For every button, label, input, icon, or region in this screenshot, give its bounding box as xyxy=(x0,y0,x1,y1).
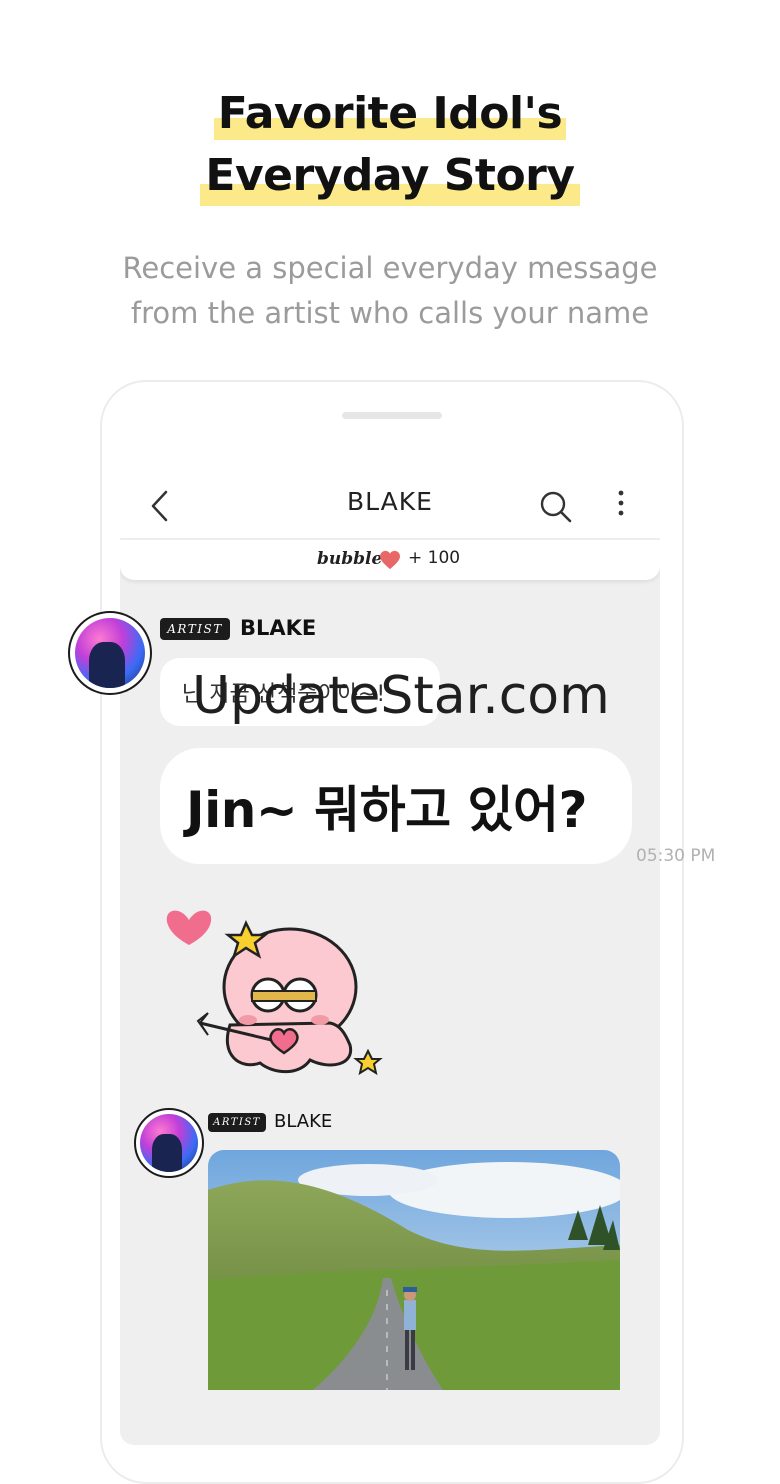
message-time: 05:30 PM xyxy=(636,846,716,866)
avatar[interactable] xyxy=(134,1108,204,1178)
promo-title-line-1: Favorite Idol's xyxy=(217,88,563,139)
avatar-image xyxy=(75,618,145,688)
avatar-figure xyxy=(152,1134,182,1172)
bubble-count: + 100 xyxy=(408,548,461,568)
promo-subtitle-line-1: Receive a special everyday message xyxy=(122,251,658,285)
artist-badge: ARTIST xyxy=(208,1113,266,1132)
sticker-octopus-icon[interactable] xyxy=(160,895,390,1085)
artist-badge: ARTIST xyxy=(160,618,230,640)
heart-icon xyxy=(380,550,400,570)
sender-name: BLAKE xyxy=(274,1111,333,1132)
sender-name: BLAKE xyxy=(240,616,317,640)
search-icon[interactable] xyxy=(538,489,574,525)
message-text-large: Jin~ 뭐하고 있어? xyxy=(186,781,588,839)
watermark-text: UpdateStar.com xyxy=(192,666,610,726)
promo-title-line-2: Everyday Story xyxy=(205,150,575,201)
avatar-image xyxy=(140,1114,198,1172)
more-icon[interactable] xyxy=(614,489,628,519)
avatar-figure xyxy=(89,642,125,688)
avatar[interactable] xyxy=(68,611,152,695)
photo-attachment[interactable] xyxy=(208,1150,620,1390)
chat-title: BLAKE xyxy=(347,487,433,516)
bubble-label: bubble xyxy=(317,549,383,569)
promo-subtitle-line-2: from the artist who calls your name xyxy=(130,296,650,330)
chat-header: BLAKE xyxy=(120,445,660,538)
phone-speaker xyxy=(342,412,442,419)
